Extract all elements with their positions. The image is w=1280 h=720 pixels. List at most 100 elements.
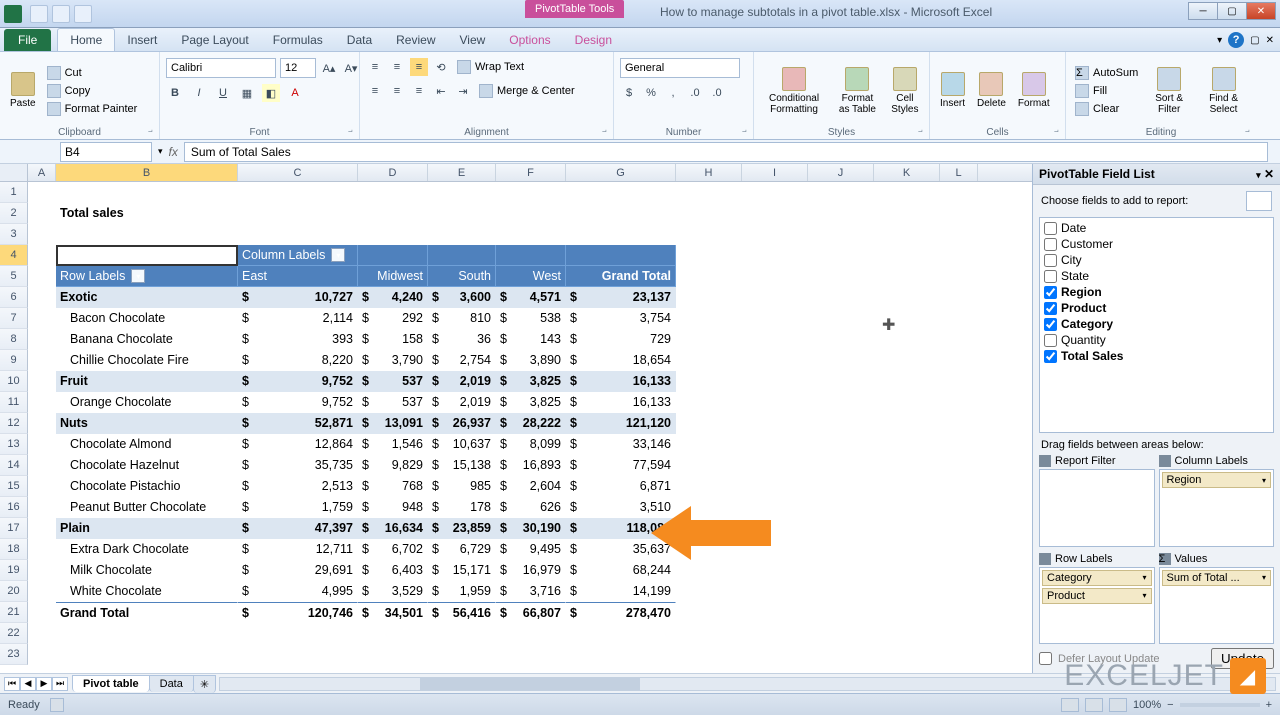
row-header[interactable]: 10 xyxy=(0,371,28,392)
area-column-labels[interactable]: Column Labels Region▾ xyxy=(1159,453,1275,547)
dec-decimal-icon[interactable]: .0 xyxy=(708,84,726,102)
col-header[interactable]: J xyxy=(808,164,874,181)
pivot-value[interactable]: $35,735 xyxy=(238,455,358,476)
maximize-button[interactable]: ▢ xyxy=(1217,2,1247,20)
pivot-value[interactable]: $8,099 xyxy=(496,434,566,455)
row-header[interactable]: 8 xyxy=(0,329,28,350)
pivot-value[interactable]: $23,137 xyxy=(566,287,676,308)
chevron-down-icon[interactable]: ▾ xyxy=(131,269,145,283)
shrink-font-icon[interactable]: A▾ xyxy=(342,59,360,77)
autosum-button[interactable]: ΣAutoSum xyxy=(1072,65,1141,81)
pivot-value[interactable]: $3,790 xyxy=(358,350,428,371)
pivot-value[interactable]: $14,199 xyxy=(566,581,676,602)
area-report-filter[interactable]: Report Filter xyxy=(1039,453,1155,547)
area-field-pill[interactable]: Region▾ xyxy=(1162,472,1272,488)
row-header[interactable]: 7 xyxy=(0,308,28,329)
field-checkbox[interactable] xyxy=(1044,334,1057,347)
area-field-pill[interactable]: Category▾ xyxy=(1042,570,1152,586)
pivot-value[interactable]: $26,937 xyxy=(428,413,496,434)
row-header[interactable]: 13 xyxy=(0,434,28,455)
sheet-tab[interactable]: Data xyxy=(149,675,194,692)
row-header[interactable]: 14 xyxy=(0,455,28,476)
pivot-value[interactable]: $2,019 xyxy=(428,371,496,392)
inc-decimal-icon[interactable]: .0 xyxy=(686,84,704,102)
pivot-row-label[interactable]: Milk Chocolate xyxy=(56,560,238,581)
tab-page-layout[interactable]: Page Layout xyxy=(169,29,260,51)
select-all-corner[interactable] xyxy=(0,164,28,181)
pivot-value[interactable]: $52,871 xyxy=(238,413,358,434)
sheet-first-icon[interactable]: ⏮ xyxy=(4,677,20,691)
pivot-value[interactable]: $77,594 xyxy=(566,455,676,476)
pivot-value[interactable]: $6,729 xyxy=(428,539,496,560)
view-pagebreak-icon[interactable] xyxy=(1109,698,1127,712)
pivot-value[interactable]: $33,146 xyxy=(566,434,676,455)
file-tab[interactable]: File xyxy=(4,29,51,51)
pivot-value[interactable]: $4,571 xyxy=(496,287,566,308)
col-header[interactable]: K xyxy=(874,164,940,181)
fill-button[interactable]: Fill xyxy=(1072,83,1141,99)
spreadsheet-grid[interactable]: A B C D E F G H I J K L 12Total sales34S… xyxy=(0,164,1032,673)
redo-icon[interactable] xyxy=(74,5,92,23)
row-header[interactable]: 16 xyxy=(0,497,28,518)
pivot-col-header[interactable]: West xyxy=(496,266,566,287)
row-header[interactable]: 18 xyxy=(0,539,28,560)
format-as-table-button[interactable]: Format as Table xyxy=(832,65,883,117)
name-box[interactable]: B4 xyxy=(60,142,152,162)
sort-filter-button[interactable]: Sort & Filter xyxy=(1145,65,1193,117)
area-field-pill[interactable]: Product▾ xyxy=(1042,588,1152,604)
field-checkbox[interactable] xyxy=(1044,302,1057,315)
orientation-icon[interactable]: ⟲ xyxy=(432,58,450,76)
pivot-value[interactable]: $3,825 xyxy=(496,371,566,392)
row-header[interactable]: 23 xyxy=(0,644,28,665)
font-size-select[interactable] xyxy=(280,58,316,78)
name-box-dropdown-icon[interactable]: ▾ xyxy=(158,146,163,157)
pivot-row-label[interactable]: Grand Total xyxy=(56,602,238,623)
pivot-value[interactable]: $768 xyxy=(358,476,428,497)
pivot-value[interactable]: $18,654 xyxy=(566,350,676,371)
field-list-item[interactable]: Date xyxy=(1042,220,1271,236)
col-header[interactable]: C xyxy=(238,164,358,181)
pivot-value[interactable]: $12,864 xyxy=(238,434,358,455)
align-top-icon[interactable]: ≡ xyxy=(366,58,384,76)
pivot-value[interactable]: $2,513 xyxy=(238,476,358,497)
pivot-value[interactable]: $537 xyxy=(358,392,428,413)
chevron-down-icon[interactable]: ▾ xyxy=(331,248,345,262)
pivot-col-header[interactable]: East xyxy=(238,266,358,287)
row-header[interactable]: 20 xyxy=(0,581,28,602)
sheet-last-icon[interactable]: ⏭ xyxy=(52,677,68,691)
pivot-row-label[interactable]: Chillie Chocolate Fire xyxy=(56,350,238,371)
window-close-workbook-icon[interactable]: ✕ xyxy=(1266,35,1274,46)
zoom-out-icon[interactable]: − xyxy=(1167,699,1173,711)
row-header[interactable]: 2 xyxy=(0,203,28,224)
pivot-value[interactable]: $9,829 xyxy=(358,455,428,476)
pivot-value[interactable]: $13,091 xyxy=(358,413,428,434)
field-checkbox[interactable] xyxy=(1044,254,1057,267)
field-list-layout-button[interactable] xyxy=(1246,191,1272,211)
col-header[interactable]: H xyxy=(676,164,742,181)
field-checkbox[interactable] xyxy=(1044,350,1057,363)
row-header[interactable]: 22 xyxy=(0,623,28,644)
pivot-value[interactable]: $143 xyxy=(496,329,566,350)
pivot-col-header[interactable]: South xyxy=(428,266,496,287)
view-normal-icon[interactable] xyxy=(1061,698,1079,712)
pivot-value[interactable]: $30,190 xyxy=(496,518,566,539)
field-list-dropdown-icon[interactable]: ▾ xyxy=(1256,170,1261,180)
row-header[interactable]: 19 xyxy=(0,560,28,581)
pivot-value[interactable]: $34,501 xyxy=(358,602,428,623)
currency-icon[interactable]: $ xyxy=(620,84,638,102)
pivot-value[interactable]: $12,711 xyxy=(238,539,358,560)
field-list-box[interactable]: DateCustomerCityStateRegionProductCatego… xyxy=(1039,217,1274,433)
window-restore-icon[interactable]: ▢ xyxy=(1250,35,1259,46)
pivot-value[interactable]: $1,959 xyxy=(428,581,496,602)
field-list-item[interactable]: Region xyxy=(1042,284,1271,300)
pivot-value[interactable]: $47,397 xyxy=(238,518,358,539)
row-header[interactable]: 17 xyxy=(0,518,28,539)
pivot-value[interactable]: $537 xyxy=(358,371,428,392)
pivot-value[interactable]: $2,019 xyxy=(428,392,496,413)
pivot-row-label[interactable]: White Chocolate xyxy=(56,581,238,602)
pivot-value[interactable]: $729 xyxy=(566,329,676,350)
tab-home[interactable]: Home xyxy=(57,28,115,51)
pivot-value[interactable]: $4,240 xyxy=(358,287,428,308)
pivot-value[interactable]: $16,893 xyxy=(496,455,566,476)
pivot-corner[interactable]: Sum of Total Sales xyxy=(56,245,238,266)
